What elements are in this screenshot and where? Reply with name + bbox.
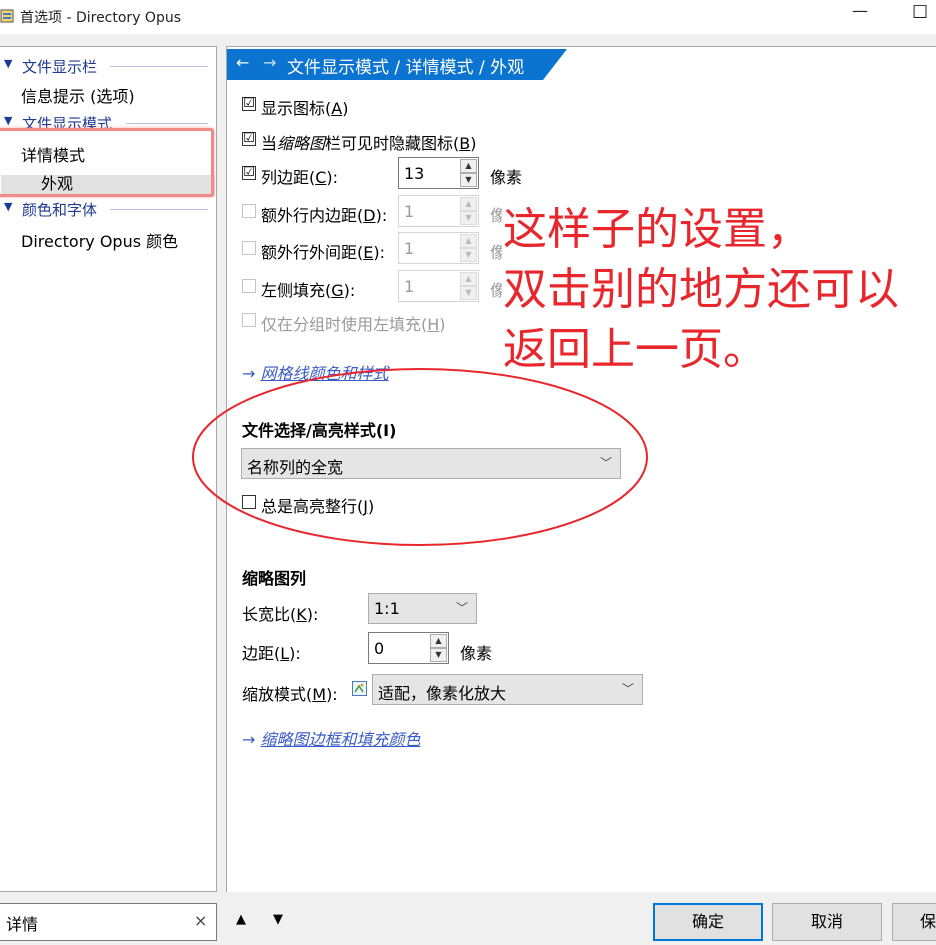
extra-outer-spinner[interactable]: 1 ▲ ▼ (398, 232, 479, 264)
maximize-button[interactable]: ☐ (912, 2, 928, 23)
group-only-checkbox[interactable] (242, 313, 256, 327)
minimize-button[interactable]: — (852, 1, 868, 20)
left-pad-spinner[interactable]: 1 ▲ ▼ (398, 270, 479, 302)
extra-outer-unit: 像素 (490, 243, 502, 262)
left-pad-label: 左侧填充(G): (261, 281, 356, 300)
column-margin-checkbox[interactable]: ☑ (242, 166, 256, 180)
group-only-label: 仅在分组时使用左填充(H) (261, 315, 446, 334)
left-pad-unit: 像素 (490, 281, 502, 300)
arrow-up-icon[interactable]: ▲ (236, 912, 246, 927)
spin-up-icon[interactable]: ▲ (460, 272, 477, 286)
tree-item-dopus-colors[interactable]: Directory Opus 颜色 (21, 228, 178, 252)
extra-outer-checkbox[interactable] (242, 241, 256, 255)
search-value: 详情 (6, 915, 39, 934)
column-margin-unit: 像素 (490, 168, 523, 187)
thumb-border-link[interactable]: → 缩略图边框和填充颜色 (242, 726, 421, 750)
spin-down-icon[interactable]: ▼ (430, 648, 447, 662)
column-margin-spinner[interactable]: 13 ▲ ▼ (398, 157, 479, 189)
tree-group-file-display-bar[interactable]: ▼ 文件显示栏 (0, 56, 216, 78)
extra-outer-label: 额外行外间距(E): (261, 243, 385, 262)
chevron-down-icon: ﹀ (621, 682, 634, 696)
left-pad-checkbox[interactable] (242, 279, 256, 293)
thumb-margin-spinner[interactable]: 0 ▲ ▼ (368, 632, 449, 664)
thumb-margin-unit: 像素 (460, 644, 493, 663)
tree-item-info-tips[interactable]: 信息提示 (选项) (21, 83, 135, 107)
column-margin-label: 列边距(C): (261, 168, 339, 187)
extra-inner-checkbox[interactable] (242, 204, 256, 218)
thumb-margin-label: 边距(L): (242, 644, 301, 663)
back-arrow-icon[interactable]: ← (236, 53, 249, 72)
tree-group-colors-fonts[interactable]: ▼ 颜色和字体 (0, 199, 216, 221)
chevron-down-icon: ▼ (4, 114, 13, 127)
annotation-text: 这样子的设置， 双击别的地方还可以 返回上一页。 (503, 204, 899, 375)
chevron-down-icon: ▼ (4, 57, 13, 70)
hide-icons-label: 当缩略图栏可见时隐藏图标(B) (261, 134, 477, 153)
arrow-down-icon[interactable]: ▼ (273, 912, 283, 927)
spin-up-icon[interactable]: ▲ (460, 159, 477, 173)
breadcrumb-banner: ← → 文件显示模式 / 详情模式 / 外观 (227, 49, 567, 80)
hide-icons-checkbox[interactable]: ☑ (242, 132, 256, 146)
window-title: 首选项 - Directory Opus (20, 10, 181, 26)
spin-down-icon[interactable]: ▼ (460, 211, 477, 225)
extra-inner-label: 额外行内边距(D): (261, 206, 388, 225)
spin-down-icon[interactable]: ▼ (460, 248, 477, 262)
zoom-mode-select[interactable]: 适配，像素化放大 ﹀ (372, 674, 643, 705)
show-icons-checkbox[interactable]: ☑ (242, 97, 256, 111)
annotation-highlight-box (0, 128, 214, 197)
extra-inner-unit: 像素 (490, 206, 502, 225)
breadcrumb-path: 文件显示模式 / 详情模式 / 外观 (287, 58, 525, 78)
ok-button[interactable]: 确定 (653, 903, 763, 941)
save-button[interactable]: 保 (892, 903, 936, 941)
aspect-ratio-select[interactable]: 1:1 ﹀ (368, 593, 477, 624)
forward-arrow-icon[interactable]: → (263, 53, 276, 72)
spin-up-icon[interactable]: ▲ (460, 234, 477, 248)
zoom-mode-icon (352, 681, 367, 700)
spin-up-icon[interactable]: ▲ (460, 197, 477, 211)
zoom-mode-label: 缩放模式(M): (242, 685, 338, 704)
chevron-down-icon: ﹀ (455, 601, 468, 615)
aspect-ratio-label: 长宽比(K): (242, 605, 319, 624)
show-icons-label: 显示图标(A) (261, 99, 349, 118)
app-icon (0, 8, 14, 24)
chevron-down-icon: ▼ (4, 200, 13, 213)
cancel-button[interactable]: 取消 (772, 903, 882, 941)
spin-down-icon[interactable]: ▼ (460, 173, 477, 187)
spin-down-icon[interactable]: ▼ (460, 286, 477, 300)
close-icon[interactable]: × (194, 911, 207, 930)
thumbnail-column-title: 缩略图列 (242, 569, 307, 588)
extra-inner-spinner[interactable]: 1 ▲ ▼ (398, 195, 479, 227)
spin-up-icon[interactable]: ▲ (430, 634, 447, 648)
annotation-ellipse (192, 368, 648, 546)
